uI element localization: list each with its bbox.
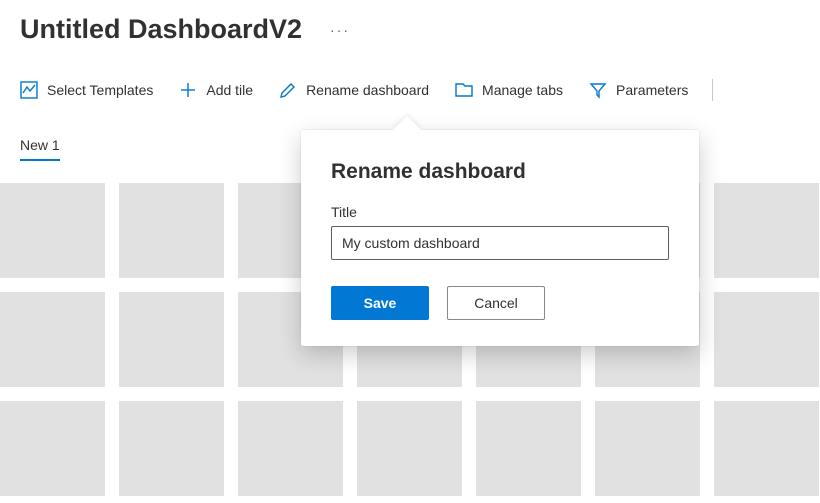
grid-tile[interactable] [119, 292, 224, 387]
grid-tile[interactable] [714, 292, 819, 387]
grid-tile[interactable] [595, 401, 700, 496]
grid-tile[interactable] [119, 401, 224, 496]
add-tile-button[interactable]: Add tile [179, 81, 253, 99]
toolbar-item-label: Parameters [616, 82, 688, 98]
dashboard-toolbar: Select Templates Add tile Rename dashboa… [0, 45, 820, 101]
title-input[interactable] [331, 226, 669, 260]
title-field-label: Title [331, 204, 669, 220]
toolbar-item-label: Manage tabs [482, 82, 563, 98]
filter-icon [589, 81, 607, 99]
grid-tile[interactable] [0, 292, 105, 387]
grid-tile[interactable] [476, 401, 581, 496]
dashboard-header: Untitled DashboardV2 ··· [0, 0, 820, 45]
more-options-button[interactable]: ··· [330, 22, 350, 38]
toolbar-item-label: Select Templates [47, 82, 153, 98]
grid-tile[interactable] [0, 401, 105, 496]
dialog-title: Rename dashboard [331, 160, 669, 184]
cancel-button[interactable]: Cancel [447, 286, 545, 320]
rename-dashboard-button[interactable]: Rename dashboard [279, 81, 429, 99]
page-title: Untitled DashboardV2 [20, 14, 302, 45]
select-templates-button[interactable]: Select Templates [20, 81, 153, 99]
toolbar-item-label: Rename dashboard [306, 82, 429, 98]
toolbar-item-label: Add tile [206, 82, 253, 98]
dialog-actions: Save Cancel [331, 286, 669, 320]
grid-tile[interactable] [0, 183, 105, 278]
tabs-icon [455, 81, 473, 99]
plus-icon [179, 81, 197, 99]
save-button[interactable]: Save [331, 286, 429, 320]
grid-tile[interactable] [714, 401, 819, 496]
pencil-icon [279, 81, 297, 99]
grid-tile[interactable] [357, 401, 462, 496]
rename-dashboard-dialog: Rename dashboard Title Save Cancel [301, 130, 699, 346]
toolbar-separator [712, 79, 713, 101]
tab-new-1[interactable]: New 1 [20, 137, 60, 161]
manage-tabs-button[interactable]: Manage tabs [455, 81, 563, 99]
grid-tile[interactable] [119, 183, 224, 278]
parameters-button[interactable]: Parameters [589, 81, 688, 99]
chart-icon [20, 81, 38, 99]
grid-tile[interactable] [238, 401, 343, 496]
grid-tile[interactable] [714, 183, 819, 278]
